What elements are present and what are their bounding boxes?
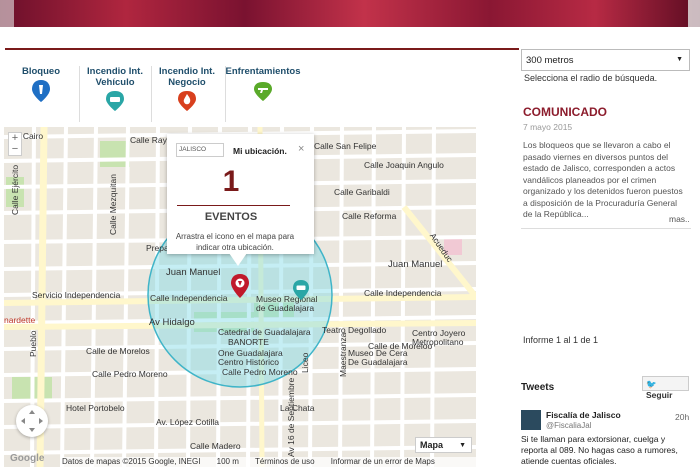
map-type-select[interactable]: Mapa ▼ bbox=[415, 437, 472, 453]
follow-button[interactable]: 🐦Seguir bbox=[642, 376, 689, 400]
street-label: Av 16 de Septiembre bbox=[286, 377, 296, 457]
tweet-time[interactable]: 20h bbox=[675, 412, 689, 422]
popup-pointer bbox=[229, 253, 247, 266]
caret-down-icon: ▼ bbox=[459, 442, 466, 449]
pan-arrows-icon bbox=[21, 410, 43, 432]
header-banner bbox=[0, 0, 700, 27]
category-incendio-negocio[interactable]: Incendio Int. Negocio bbox=[151, 66, 223, 112]
place-label: Hotel Portobelo bbox=[66, 403, 125, 413]
tweet-text: Si te llaman para extorsionar, cuelga y … bbox=[521, 434, 678, 466]
pan-control[interactable] bbox=[16, 405, 48, 437]
tweet-handle[interactable]: @FiscaliaJal bbox=[546, 421, 591, 430]
radius-value: 300 metros bbox=[526, 55, 574, 66]
street-label: Calle Joaquin Angulo bbox=[364, 160, 444, 170]
popup-divider bbox=[177, 205, 290, 206]
car-pin-icon bbox=[106, 91, 124, 111]
map-zoom-control[interactable]: + − bbox=[8, 132, 22, 156]
category-label: Enfrentamientos bbox=[225, 66, 301, 77]
close-icon[interactable]: × bbox=[298, 143, 304, 155]
street-label: Av Hidalgo bbox=[149, 317, 195, 328]
category-incendio-vehiculo[interactable]: Incendio Int. Vehículo bbox=[79, 66, 151, 112]
street-label: Calle Reforma bbox=[342, 211, 397, 221]
street-label: Juan Manuel bbox=[166, 267, 221, 278]
category-enfrentamientos[interactable]: Enfrentamientos bbox=[225, 66, 301, 103]
street-label: Liceo bbox=[300, 352, 310, 373]
category-legend: Bloqueo Incendio Int. Vehículo Incendio … bbox=[5, 66, 305, 122]
street-label: Pueblo bbox=[28, 330, 38, 357]
tweet-author[interactable]: Fiscalía de Jalisco bbox=[546, 410, 621, 420]
caret-down-icon: ▼ bbox=[676, 56, 683, 63]
street-label: Av. López Cotilla bbox=[156, 417, 219, 427]
map-attribution: Datos de mapas ©2015 Google, INEGI 100 m… bbox=[62, 457, 476, 467]
report-error-link[interactable]: Informar de un error de Maps bbox=[331, 457, 435, 466]
street-label: Juan Manuel bbox=[388, 259, 443, 270]
street-label: Calle Garibaldi bbox=[334, 187, 390, 197]
street-label: Calle Mezquitan bbox=[108, 174, 118, 235]
jalisco-logo: JALISCO bbox=[176, 143, 224, 157]
map-canvas[interactable]: e Y Cairo Calle Ray Calle Mezquitan Call… bbox=[4, 127, 476, 467]
place-label: Museo Regional de Guadalajara bbox=[256, 294, 318, 313]
tweets-title: Tweets bbox=[521, 382, 555, 393]
google-logo: Google bbox=[10, 453, 45, 464]
place-label: Catedral de Guadalajara bbox=[218, 327, 311, 337]
follow-label: Seguir bbox=[646, 390, 673, 400]
place-label: BANORTE bbox=[228, 337, 269, 347]
header-rule bbox=[5, 48, 519, 50]
banner-edge-right bbox=[688, 0, 700, 27]
attribution-data: Datos de mapas ©2015 Google, INEGI bbox=[62, 457, 201, 466]
scale-label: 100 m bbox=[216, 457, 239, 466]
street-label: Prepa bbox=[146, 243, 169, 253]
communique-date: 7 mayo 2015 bbox=[523, 122, 573, 132]
street-label: Calle San Felipe bbox=[314, 141, 377, 151]
popup-title: Mi ubicación. bbox=[233, 146, 287, 156]
terms-link[interactable]: Términos de uso bbox=[255, 457, 315, 466]
event-count: 1 bbox=[222, 165, 240, 198]
fire-pin-icon bbox=[178, 91, 196, 111]
street-label: Calle Ray bbox=[130, 135, 167, 145]
radius-hint: Selecciona el radio de búsqueda. bbox=[524, 73, 658, 83]
zoom-out-button[interactable]: − bbox=[9, 144, 21, 155]
twitter-bird-icon: 🐦 bbox=[646, 379, 657, 389]
category-label: Incendio Int. Negocio bbox=[159, 66, 215, 88]
communique-title: COMUNICADO bbox=[523, 105, 607, 119]
street-label: Servicio Independencia bbox=[32, 290, 121, 300]
communique-divider bbox=[521, 228, 691, 229]
popup-instructions: Arrastra el icono en el mapa para indica… bbox=[175, 232, 295, 252]
street-label: Calle Independencia bbox=[150, 293, 228, 303]
street-label: Calle Madero bbox=[190, 441, 241, 451]
avatar[interactable] bbox=[521, 410, 541, 430]
location-popup: JALISCO Mi ubicación. × 1 EVENTOS Arrast… bbox=[167, 134, 314, 254]
street-label: Calle Pedro Moreno bbox=[92, 369, 168, 379]
category-label: Incendio Int. Vehículo bbox=[87, 66, 143, 88]
category-label: Bloqueo bbox=[22, 66, 60, 77]
category-bloqueo[interactable]: Bloqueo bbox=[5, 66, 77, 103]
pagination-info: Informe 1 al 1 de 1 bbox=[523, 335, 599, 345]
communique-text: Los bloqueos que se llevaron a cabo el p… bbox=[523, 140, 683, 219]
event-count-label: EVENTOS bbox=[204, 211, 258, 223]
location-pin-icon[interactable] bbox=[230, 273, 250, 299]
blue-pin-icon bbox=[32, 80, 50, 102]
radius-select[interactable]: 300 metros ▼ bbox=[521, 49, 690, 71]
street-label: Maestranza bbox=[338, 332, 348, 377]
gun-pin-icon bbox=[254, 82, 272, 101]
place-label: nardette bbox=[4, 315, 36, 325]
place-label: Museo De Cera De Guadalajara bbox=[348, 348, 408, 367]
banner-edge-left bbox=[0, 0, 14, 27]
car-pin-icon[interactable] bbox=[292, 279, 310, 301]
street-label: Calle Pedro Moreno bbox=[222, 367, 298, 377]
place-label: Teatro Degollado bbox=[322, 325, 387, 335]
street-label: Calle Independencia bbox=[364, 288, 442, 298]
map-type-label: Mapa bbox=[420, 440, 444, 450]
read-more-link[interactable]: mas.. bbox=[669, 214, 690, 224]
place-label: One Guadalajara Centro Histórico bbox=[218, 348, 283, 367]
street-label: Calle Ejército bbox=[10, 164, 20, 215]
street-label: Calle de Morelos bbox=[86, 346, 150, 356]
